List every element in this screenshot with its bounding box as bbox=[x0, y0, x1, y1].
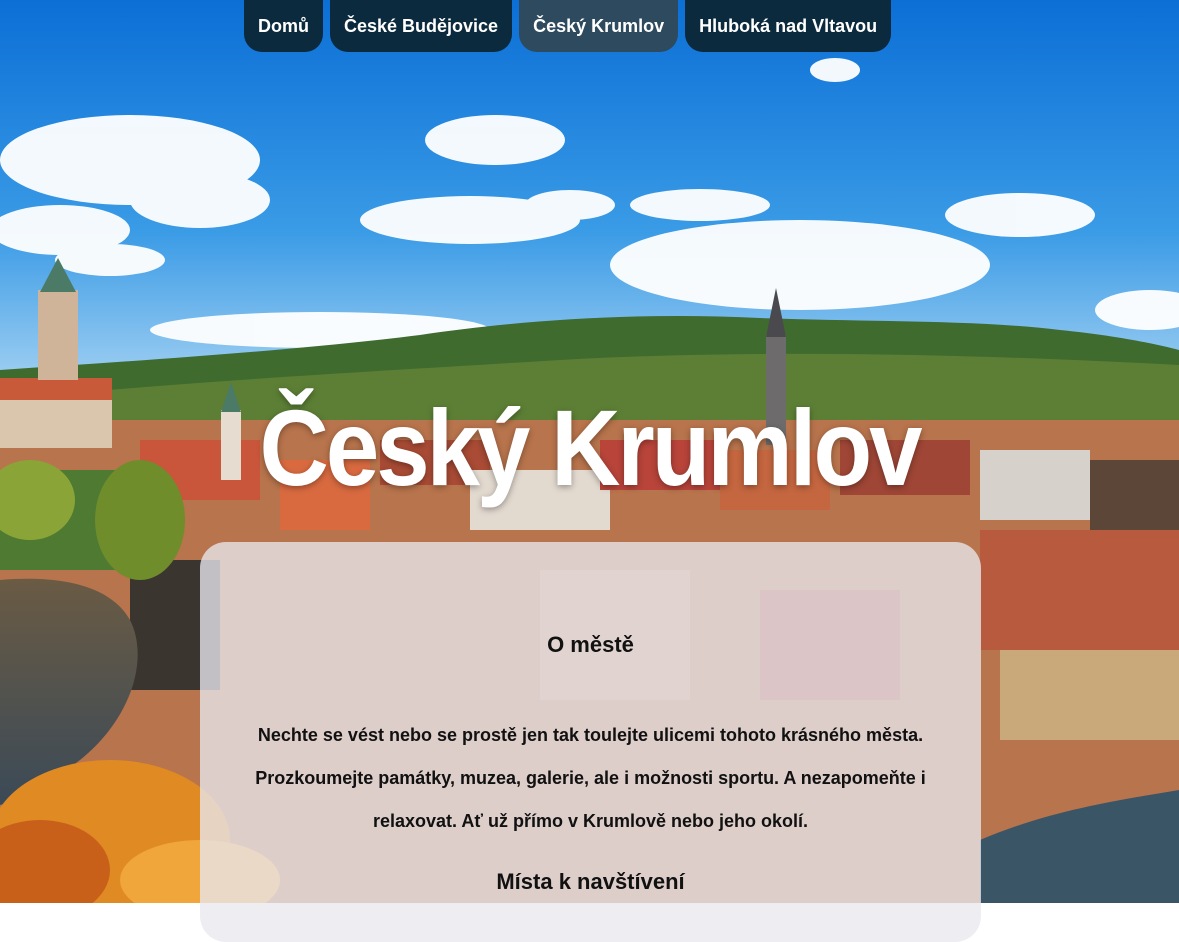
about-heading: O městě bbox=[547, 632, 634, 657]
about-text: Nechte se vést nebo se prostě jen tak to… bbox=[255, 725, 926, 831]
nav-item-home[interactable]: Domů bbox=[244, 0, 323, 52]
main-navigation: Domů České Budějovice Český Krumlov Hlub… bbox=[244, 0, 892, 52]
nav-item-ceske-budejovice[interactable]: České Budějovice bbox=[330, 0, 513, 52]
nav-item-hluboka[interactable]: Hluboká nad Vltavou bbox=[685, 0, 892, 52]
nav-item-cesky-krumlov[interactable]: Český Krumlov bbox=[519, 0, 679, 52]
places-to-visit-heading: Místa k navštívení bbox=[496, 869, 685, 894]
page-title: Český Krumlov bbox=[259, 388, 923, 509]
about-city-panel: O městě Nechte se vést nebo se prostě je… bbox=[200, 542, 981, 942]
